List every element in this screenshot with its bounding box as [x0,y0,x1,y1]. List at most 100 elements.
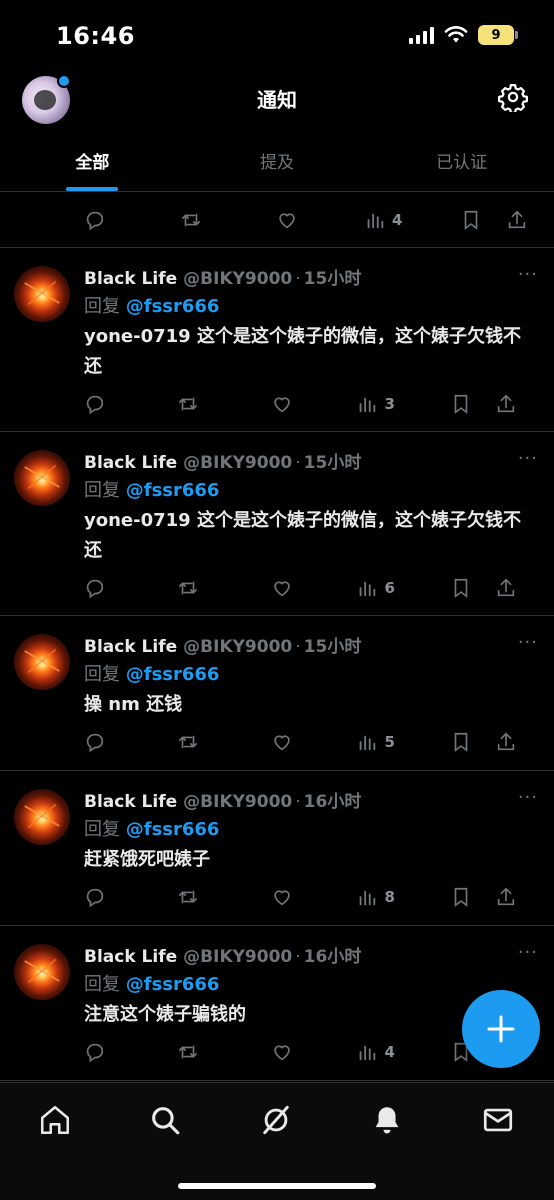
retweet-button[interactable] [177,731,270,753]
timestamp: 15小时 [303,269,362,289]
share-button[interactable] [495,886,518,908]
heart-icon [274,580,290,596]
retweet-button[interactable] [180,209,276,231]
views-button[interactable]: 4 [364,209,460,231]
user-avatar[interactable] [14,789,70,845]
more-options-icon[interactable]: ··· [518,264,538,285]
like-button[interactable] [271,393,357,415]
share-button[interactable] [495,731,518,753]
bar-chart-icon [360,890,376,906]
mention-link[interactable]: @fssr666 [126,819,220,840]
reply-icon [86,888,104,908]
bookmark-button[interactable] [450,393,495,415]
notification-item[interactable]: ··· Black Life @BIKY9000 · 15小时 回复 @fssr666 yo… [0,432,554,616]
mail-icon[interactable] [481,1103,515,1137]
display-name[interactable]: Black Life [84,637,177,657]
tab-verified-label: 已认证 [436,153,488,173]
mention-link[interactable]: @fssr666 [126,480,220,501]
reply-prefix: 回复 [84,664,120,685]
more-options-icon[interactable]: ··· [518,787,538,808]
separator-dot: · [295,637,301,657]
heart-icon [274,1045,290,1061]
notification-item[interactable]: ··· Black Life @BIKY9000 · 15小时 回复 @fssr666 操 … [0,616,554,771]
timestamp: 16小时 [303,947,362,967]
more-options-icon[interactable]: ··· [518,942,538,963]
retweet-button[interactable] [177,577,270,599]
bell-icon[interactable] [370,1103,404,1137]
settings-gear-icon[interactable] [498,82,528,112]
views-button[interactable]: 6 [356,577,449,599]
share-button[interactable] [495,393,518,415]
views-button[interactable]: 3 [356,393,449,415]
more-options-icon[interactable]: ··· [518,632,538,653]
heart-icon [279,213,295,229]
grok-icon[interactable] [259,1103,293,1137]
views-button[interactable]: 4 [356,1041,449,1063]
compose-button[interactable] [462,990,540,1068]
user-handle[interactable]: @BIKY9000 [183,947,292,967]
timestamp: 15小时 [303,453,362,473]
reply-button[interactable] [84,209,180,231]
heart-icon [274,735,290,751]
reply-button[interactable] [84,393,177,415]
retweet-button[interactable] [177,1041,270,1063]
more-options-icon[interactable]: ··· [518,448,538,469]
tweet-actions: 8 [84,875,536,919]
bookmark-button[interactable] [450,577,495,599]
share-button[interactable] [495,577,518,599]
home-icon[interactable] [38,1103,72,1137]
display-name[interactable]: Black Life [84,269,177,289]
user-handle[interactable]: @BIKY9000 [183,792,292,812]
display-name[interactable]: Black Life [84,453,177,473]
tab-all[interactable]: 全部 [0,132,185,191]
reply-icon [86,579,104,598]
reply-button[interactable] [84,577,177,599]
tweet-list: ··· Black Life @BIKY9000 · 15小时 回复 @fssr666 yo… [0,248,554,1081]
share-button[interactable] [506,209,530,231]
user-avatar[interactable] [14,266,70,322]
bookmark-button[interactable] [460,209,506,231]
reply-button[interactable] [84,731,177,753]
like-button[interactable] [271,1041,357,1063]
reply-prefix: 回复 [84,296,120,317]
user-handle[interactable]: @BIKY9000 [183,269,292,289]
notification-item[interactable]: ··· Black Life @BIKY9000 · 15小时 回复 @fssr666 yo… [0,248,554,432]
like-button[interactable] [276,209,364,231]
like-button[interactable] [271,731,357,753]
reply-button[interactable] [84,886,177,908]
reply-icon [86,211,104,231]
mention-link[interactable]: @fssr666 [126,664,220,685]
user-avatar[interactable] [14,634,70,690]
user-avatar[interactable] [14,944,70,1000]
views-count: 5 [384,733,395,751]
views-button[interactable]: 5 [356,731,449,753]
mention-link[interactable]: @fssr666 [126,296,220,317]
retweet-icon [179,581,198,594]
tab-verified[interactable]: 已认证 [369,132,554,191]
views-count: 4 [384,1043,395,1061]
like-button[interactable] [271,886,357,908]
retweet-button[interactable] [177,393,270,415]
reply-context: 回复 @fssr666 [84,476,536,502]
bookmark-button[interactable] [450,886,495,908]
retweet-button[interactable] [177,886,270,908]
user-avatar[interactable] [14,450,70,506]
notification-item[interactable]: ··· Black Life @BIKY9000 · 16小时 回复 @fssr666 赶紧… [0,771,554,926]
cellular-signal-icon [409,26,434,44]
bookmark-button[interactable] [450,731,495,753]
user-handle[interactable]: @BIKY9000 [183,453,292,473]
user-handle[interactable]: @BIKY9000 [183,637,292,657]
views-button[interactable]: 8 [356,886,449,908]
like-button[interactable] [271,577,357,599]
tab-mentions[interactable]: 提及 [185,132,370,191]
search-icon[interactable] [148,1103,182,1137]
reply-button[interactable] [84,1041,177,1063]
active-tab-indicator [66,187,119,191]
display-name[interactable]: Black Life [84,792,177,812]
mention-link[interactable]: @fssr666 [126,974,220,995]
retweet-icon [181,213,201,227]
reply-icon [86,395,104,414]
header: 通知 [0,70,554,126]
partial-tweet-actions: 4 [0,193,554,248]
display-name[interactable]: Black Life [84,947,177,967]
